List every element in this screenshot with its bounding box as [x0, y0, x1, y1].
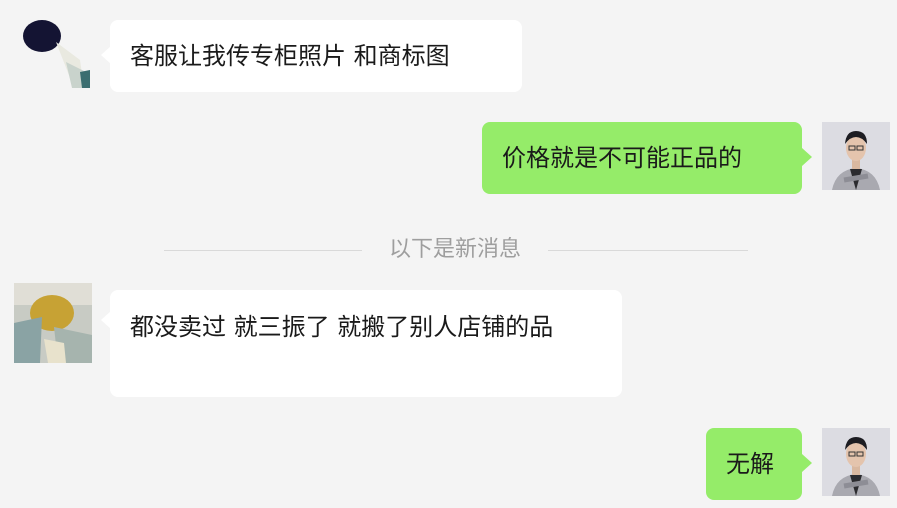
divider-line-right — [548, 250, 748, 251]
message-text: 客服让我传专柜照片 和商标图 — [130, 42, 450, 70]
message-text: 无解 — [726, 450, 774, 478]
message-row: 都没卖过 就三振了 就搬了别人店铺的品 — [0, 283, 897, 397]
message-row: 客服让我传专柜照片 和商标图 — [0, 20, 897, 92]
message-text: 价格就是不可能正品的 — [502, 144, 742, 172]
outgoing-message-bubble[interactable]: 无解 — [706, 428, 802, 500]
outgoing-message-bubble[interactable]: 价格就是不可能正品的 — [482, 122, 802, 194]
bubble-tail — [802, 454, 812, 472]
self-avatar[interactable] — [822, 428, 890, 496]
bubble-tail — [802, 148, 812, 166]
message-row: 价格就是不可能正品的 — [0, 122, 897, 194]
contact-avatar[interactable] — [22, 20, 90, 88]
new-messages-divider: 以下是新消息 — [0, 233, 897, 267]
new-messages-label: 以下是新消息 — [388, 237, 521, 262]
divider-line-left — [164, 250, 362, 251]
self-avatar[interactable] — [822, 122, 890, 190]
incoming-message-bubble[interactable]: 都没卖过 就三振了 就搬了别人店铺的品 — [110, 290, 622, 397]
contact-avatar[interactable] — [14, 283, 92, 363]
incoming-message-bubble[interactable]: 客服让我传专柜照片 和商标图 — [110, 20, 522, 92]
message-text: 都没卖过 就三振了 就搬了别人店铺的品 — [130, 313, 554, 341]
message-row: 无解 — [0, 428, 897, 500]
